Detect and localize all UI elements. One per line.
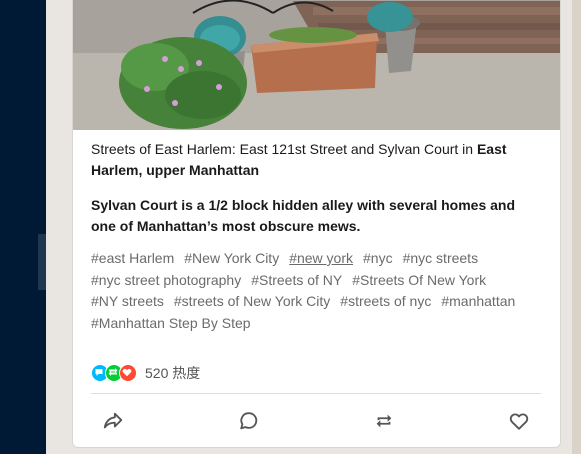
tag-link[interactable]: #New York City bbox=[184, 248, 279, 270]
tag-link[interactable]: #Streets of NY bbox=[251, 270, 342, 292]
tag-link[interactable]: #streets of nyc bbox=[340, 291, 431, 313]
share-button[interactable] bbox=[99, 407, 127, 435]
caption-text: Streets of East Harlem: East 121st Stree… bbox=[91, 141, 477, 157]
post-card: Streets of East Harlem: East 121st Stree… bbox=[72, 0, 561, 448]
post-description: Sylvan Court is a 1/2 block hidden alley… bbox=[91, 197, 516, 234]
tag-link[interactable]: #nyc streets bbox=[403, 248, 478, 270]
tag-list: #east Harlem #New York City #new york #nyc #… bbox=[91, 248, 543, 334]
tag-link[interactable]: #nyc bbox=[363, 248, 393, 270]
sidebar-edge bbox=[38, 234, 46, 290]
reply-button[interactable] bbox=[235, 407, 263, 435]
post-body: Streets of East Harlem: East 121st Stree… bbox=[91, 139, 543, 334]
notes-count: 520 热度 bbox=[145, 365, 201, 381]
tag-link[interactable]: #new york bbox=[289, 248, 353, 270]
notes-summary[interactable]: 520 热度 bbox=[91, 363, 200, 383]
reblog-button[interactable] bbox=[370, 407, 398, 435]
tag-link[interactable]: #nyc street photography bbox=[91, 270, 241, 292]
tag-link[interactable]: #manhattan bbox=[441, 291, 515, 313]
heart-outline-icon bbox=[509, 413, 529, 430]
street-photo-image bbox=[73, 0, 560, 130]
share-arrow-icon bbox=[103, 412, 123, 429]
post-actions bbox=[91, 407, 541, 435]
reply-bubble-icon bbox=[240, 412, 258, 430]
scrollbar[interactable] bbox=[572, 0, 581, 454]
tag-link[interactable]: #Streets Of New York bbox=[352, 270, 486, 292]
post-photo[interactable] bbox=[73, 0, 560, 130]
post-caption: Streets of East Harlem: East 121st Stree… bbox=[91, 139, 543, 181]
tag-link[interactable]: #east Harlem bbox=[91, 248, 174, 270]
tag-link[interactable]: #Manhattan Step By Step bbox=[91, 313, 251, 335]
tag-link[interactable]: #streets of New York City bbox=[174, 291, 330, 313]
reblog-icon bbox=[376, 414, 392, 428]
heart-icon bbox=[119, 364, 137, 382]
footer-divider bbox=[91, 393, 541, 394]
tag-link[interactable]: #NY streets bbox=[91, 291, 164, 313]
like-button[interactable] bbox=[505, 407, 533, 435]
